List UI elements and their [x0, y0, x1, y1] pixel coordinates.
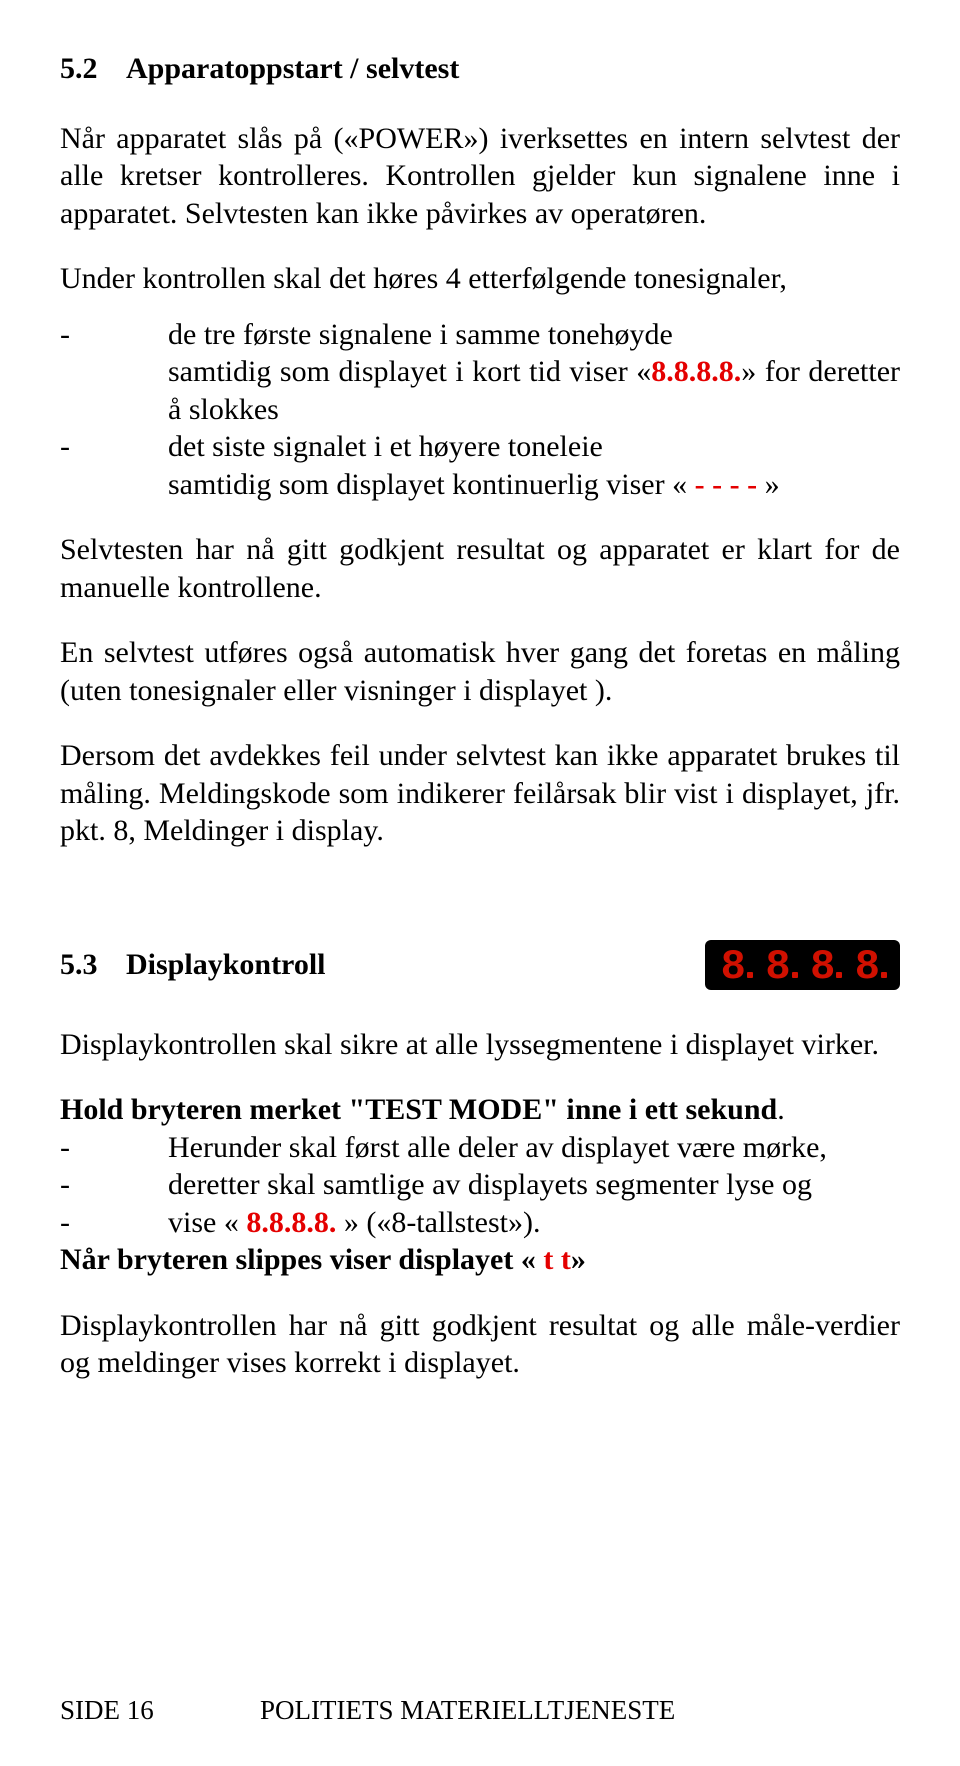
- text-fragment: .: [777, 1093, 785, 1126]
- text-fragment-bold: Når bryteren slippes viser displayet «: [60, 1243, 536, 1276]
- section-5-3-num: 5.3: [60, 946, 126, 984]
- display-value-8888: 8.8.8.8.: [239, 1206, 344, 1239]
- section-5-3-bold2: Når bryteren slippes viser displayet « t…: [60, 1241, 900, 1279]
- display-value-dashes: - - - -: [687, 468, 764, 501]
- seg-dot-icon: [747, 972, 753, 978]
- seven-segment-display-icon: 8 8 8 8: [705, 940, 900, 990]
- section-5-2-p4: En selvtest utføres også automatisk hver…: [60, 634, 900, 709]
- text-fragment-bold: »: [571, 1243, 586, 1276]
- display-value-8888: 8.8.8.8.: [651, 355, 741, 388]
- section-5-2-heading: 5.2 Apparatoppstart / selvtest: [60, 50, 900, 88]
- list-item-2b: samtidig som displayet kontinuerlig vise…: [168, 466, 900, 504]
- section-5-2-p5: Dersom det avdekkes feil under selvtest …: [60, 737, 900, 850]
- list-item-1b: samtidig som displayet i kort tid viser …: [168, 353, 900, 428]
- section-5-2-title: Apparatoppstart / selvtest: [126, 50, 459, 88]
- list-item-1: Herunder skal først alle deler av displa…: [168, 1129, 900, 1167]
- section-5-3-heading: 5.3 Displaykontroll: [60, 946, 326, 984]
- section-5-2-p1: Når apparatet slås på («POWER») iverkset…: [60, 120, 900, 233]
- seg-digit: 8: [719, 946, 746, 988]
- list-item-3: vise « 8.8.8.8. » («8-tallstest»).: [168, 1204, 900, 1242]
- seg-digit: 8: [808, 946, 835, 988]
- dash-marker: -: [60, 1204, 168, 1242]
- seg-digit: 8: [853, 946, 880, 988]
- section-5-2-p2: Under kontrollen skal det høres 4 etterf…: [60, 260, 900, 298]
- section-5-3-p2: Displaykontrollen har nå gitt godkjent r…: [60, 1307, 900, 1382]
- section-5-2-list: - de tre første signalene i samme tonehø…: [60, 316, 900, 504]
- section-5-3-bold1: Hold bryteren merket "TEST MODE" inne i …: [60, 1091, 900, 1129]
- list-item-1a: de tre første signalene i samme tonehøyd…: [168, 316, 900, 354]
- text-fragment-bold: Hold bryteren merket "TEST MODE" inne i …: [60, 1093, 777, 1126]
- seg-dot-icon: [881, 972, 887, 978]
- text-fragment: samtidig som displayet kontinuerlig vise…: [168, 468, 687, 501]
- section-5-2-p3: Selvtesten har nå gitt godkjent resultat…: [60, 531, 900, 606]
- page-footer: SIDE 16 POLITIETS MATERIELLTJENESTE: [60, 1694, 900, 1728]
- footer-source: POLITIETS MATERIELLTJENESTE: [260, 1694, 675, 1728]
- text-fragment: vise «: [168, 1206, 239, 1239]
- text-fragment: » («8-tallstest»).: [344, 1206, 541, 1239]
- section-5-2-num: 5.2: [60, 50, 126, 88]
- list-item-2a: det siste signalet i et høyere toneleie: [168, 428, 900, 466]
- seg-dot-icon: [836, 972, 842, 978]
- dash-marker: -: [60, 316, 168, 354]
- section-5-3-list: - Herunder skal først alle deler av disp…: [60, 1129, 900, 1242]
- seg-digit: 8: [763, 946, 790, 988]
- text-fragment: »: [765, 468, 780, 501]
- dash-marker: -: [60, 1166, 168, 1204]
- display-value-tt: t t: [536, 1243, 571, 1276]
- dash-marker: -: [60, 428, 168, 466]
- seg-dot-icon: [792, 972, 798, 978]
- section-5-3-title: Displaykontroll: [126, 946, 326, 984]
- list-item-2: deretter skal samtlige av displayets seg…: [168, 1166, 900, 1204]
- text-fragment: samtidig som displayet i kort tid viser …: [168, 355, 651, 388]
- dash-marker: -: [60, 1129, 168, 1167]
- section-5-3-p1: Displaykontrollen skal sikre at alle lys…: [60, 1026, 900, 1064]
- page-number: SIDE 16: [60, 1694, 260, 1728]
